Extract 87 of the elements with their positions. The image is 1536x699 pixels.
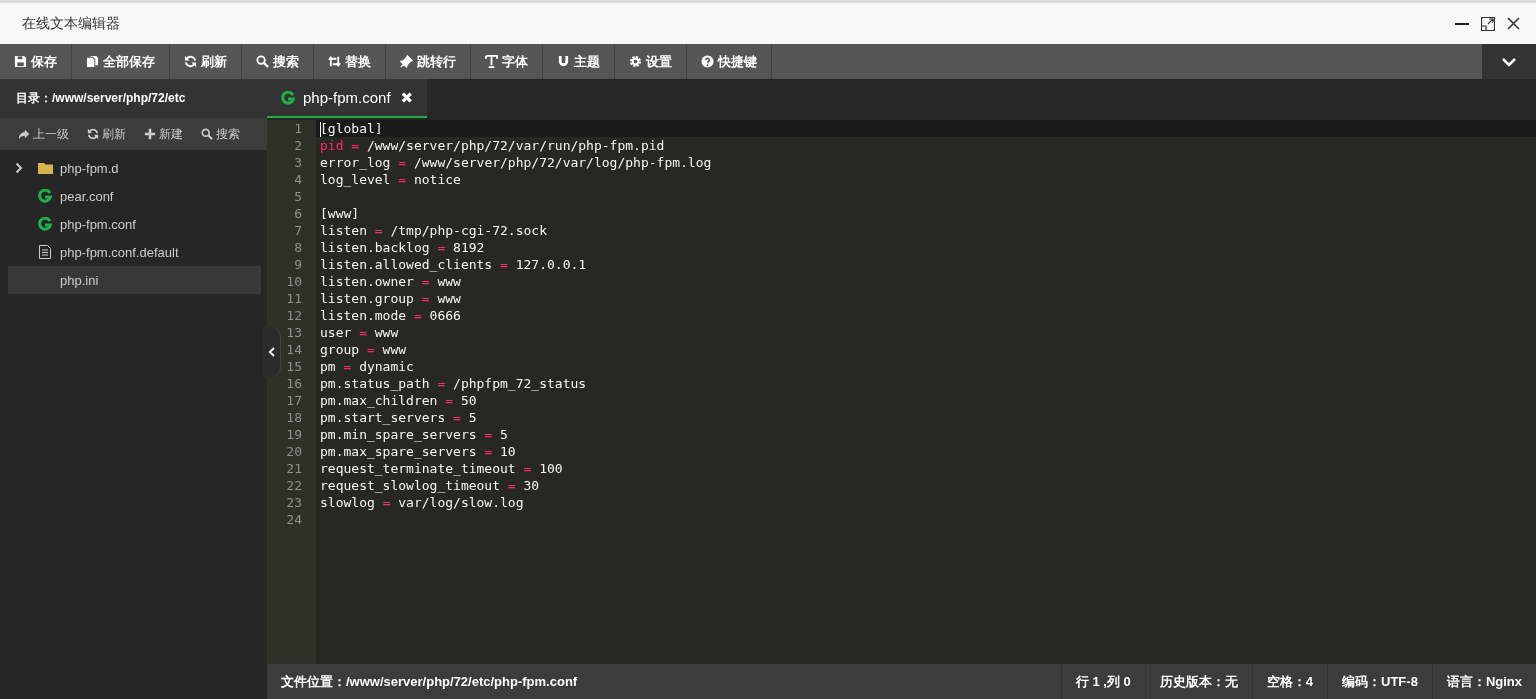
code-line: group = www (319, 341, 408, 358)
g-icon (38, 189, 52, 203)
line-number: 6 (267, 205, 316, 222)
line-number: 18 (267, 409, 316, 426)
line-number: 20 (267, 443, 316, 460)
code-line: listen.allowed_clients = 127.0.0.1 (319, 256, 588, 273)
expand-button[interactable] (1482, 44, 1536, 79)
settings-icon (629, 55, 642, 68)
line-number: 23 (267, 494, 316, 511)
window-title: 在线文本编辑器 (22, 14, 121, 33)
line-number: 16 (267, 375, 316, 392)
code-line: pm = dynamic (319, 358, 415, 375)
refresh-icon (184, 55, 197, 68)
code-line: pm.status_path = /phpfpm_72_status (319, 375, 588, 392)
line-number: 8 (267, 239, 316, 256)
code-line: listen.backlog = 8192 (319, 239, 486, 256)
code-line: pid = /www/server/php/72/var/run/php-fpm.pid (319, 137, 666, 154)
line-number: 19 (267, 426, 316, 443)
line-number: 3 (267, 154, 316, 171)
file-item[interactable]: php.ini (8, 266, 261, 294)
line-number: 10 (267, 273, 316, 290)
code-line: listen.mode = 0666 (319, 307, 462, 324)
code-line: pm.max_children = 50 (319, 392, 478, 409)
line-number: 4 (267, 171, 316, 188)
line-number: 1 (267, 120, 316, 137)
line-number: 21 (267, 460, 316, 477)
status-item: 编码：UTF-8 (1327, 664, 1432, 699)
line-number: 7 (267, 222, 316, 239)
magnet-icon (557, 55, 570, 68)
plus-icon (144, 128, 156, 140)
sidebar-action[interactable]: 搜索 (197, 125, 244, 143)
chevron-left-icon (268, 347, 275, 357)
code-line: user = www (319, 324, 400, 341)
file-location: 文件位置：/www/server/php/72/etc/php-fpm.conf (280, 672, 578, 691)
line-number: 5 (267, 188, 316, 205)
file-item[interactable]: php-fpm.conf (8, 210, 261, 238)
line-number: 2 (267, 137, 316, 154)
chevron-icon (15, 162, 23, 174)
share-arrow-icon (18, 128, 30, 140)
folder-icon (37, 162, 53, 174)
sidebar-action[interactable]: 新建 (140, 125, 187, 143)
code-line: pm.start_servers = 5 (319, 409, 478, 426)
status-item: 语言：Nginx (1431, 664, 1536, 699)
code-line: listen.owner = www (319, 273, 462, 290)
status-item: 历史版本：无 (1144, 664, 1252, 699)
directory-path: 目录：/www/server/php/72/etc (16, 90, 186, 107)
line-number: 12 (267, 307, 316, 324)
code-line: pm.max_spare_servers = 10 (319, 443, 517, 460)
collapse-handle[interactable] (263, 327, 281, 377)
line-number: 11 (267, 290, 316, 307)
code-line: listen = /tmp/php-cgi-72.sock (319, 222, 548, 239)
status-item: 行 1 ,列 0 (1060, 664, 1145, 699)
close-icon[interactable] (1507, 17, 1520, 30)
code-line: slowlog = var/log/slow.log (319, 494, 525, 511)
sidebar-action[interactable]: 刷新 (83, 125, 130, 143)
g-icon (281, 90, 295, 105)
line-number: 9 (267, 256, 316, 273)
search-icon (256, 55, 269, 68)
chevron-down-icon (1501, 56, 1517, 67)
tab-close[interactable]: ✖ (400, 88, 414, 107)
code-line: error_log = /www/server/php/72/var/log/php-fpm.log (319, 154, 713, 171)
floppy-icon (14, 55, 27, 68)
search-icon (201, 128, 213, 140)
file-item[interactable]: php-fpm.conf.default (8, 238, 261, 266)
code-line: log_level = notice (319, 171, 462, 188)
g-icon (38, 217, 52, 231)
sidebar-action[interactable]: 上一级 (14, 125, 73, 143)
restore-icon[interactable] (1481, 16, 1495, 31)
document-icon (39, 245, 51, 259)
status-item: 空格：4 (1251, 664, 1328, 699)
code-line: request_terminate_timeout = 100 (319, 460, 564, 477)
help-icon (701, 55, 714, 68)
code-line: listen.group = www (319, 290, 462, 307)
editor-tab[interactable]: php-fpm.conf ✖ (267, 79, 428, 118)
code-line: [www] (319, 205, 361, 222)
code-line: request_slowlog_timeout = 30 (319, 477, 541, 494)
file-item[interactable]: php-fpm.d (8, 154, 261, 182)
line-number: 17 (267, 392, 316, 409)
pin-icon (400, 55, 413, 68)
files-icon (86, 55, 99, 68)
refresh-icon (87, 128, 99, 140)
swap-arrows-icon (328, 55, 341, 68)
code-line: pm.min_spare_servers = 5 (319, 426, 509, 443)
file-item[interactable]: pear.conf (8, 182, 261, 210)
text-icon (485, 55, 498, 68)
line-number: 24 (267, 511, 316, 528)
line-number: 22 (267, 477, 316, 494)
